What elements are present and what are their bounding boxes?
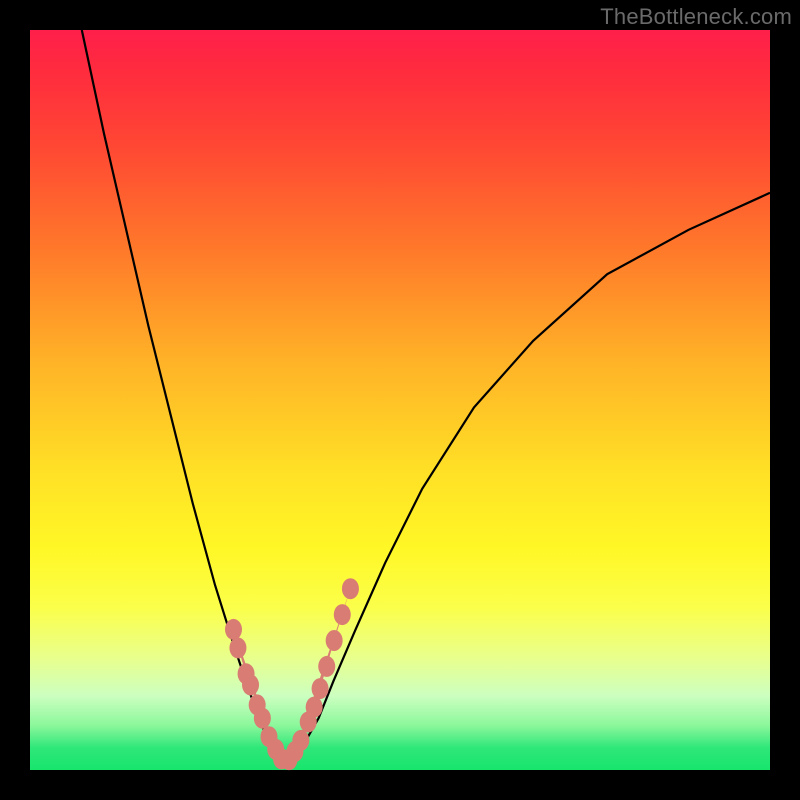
plot-area	[30, 30, 770, 770]
chart-container: TheBottleneck.com	[0, 0, 800, 800]
watermark-text: TheBottleneck.com	[600, 4, 792, 30]
